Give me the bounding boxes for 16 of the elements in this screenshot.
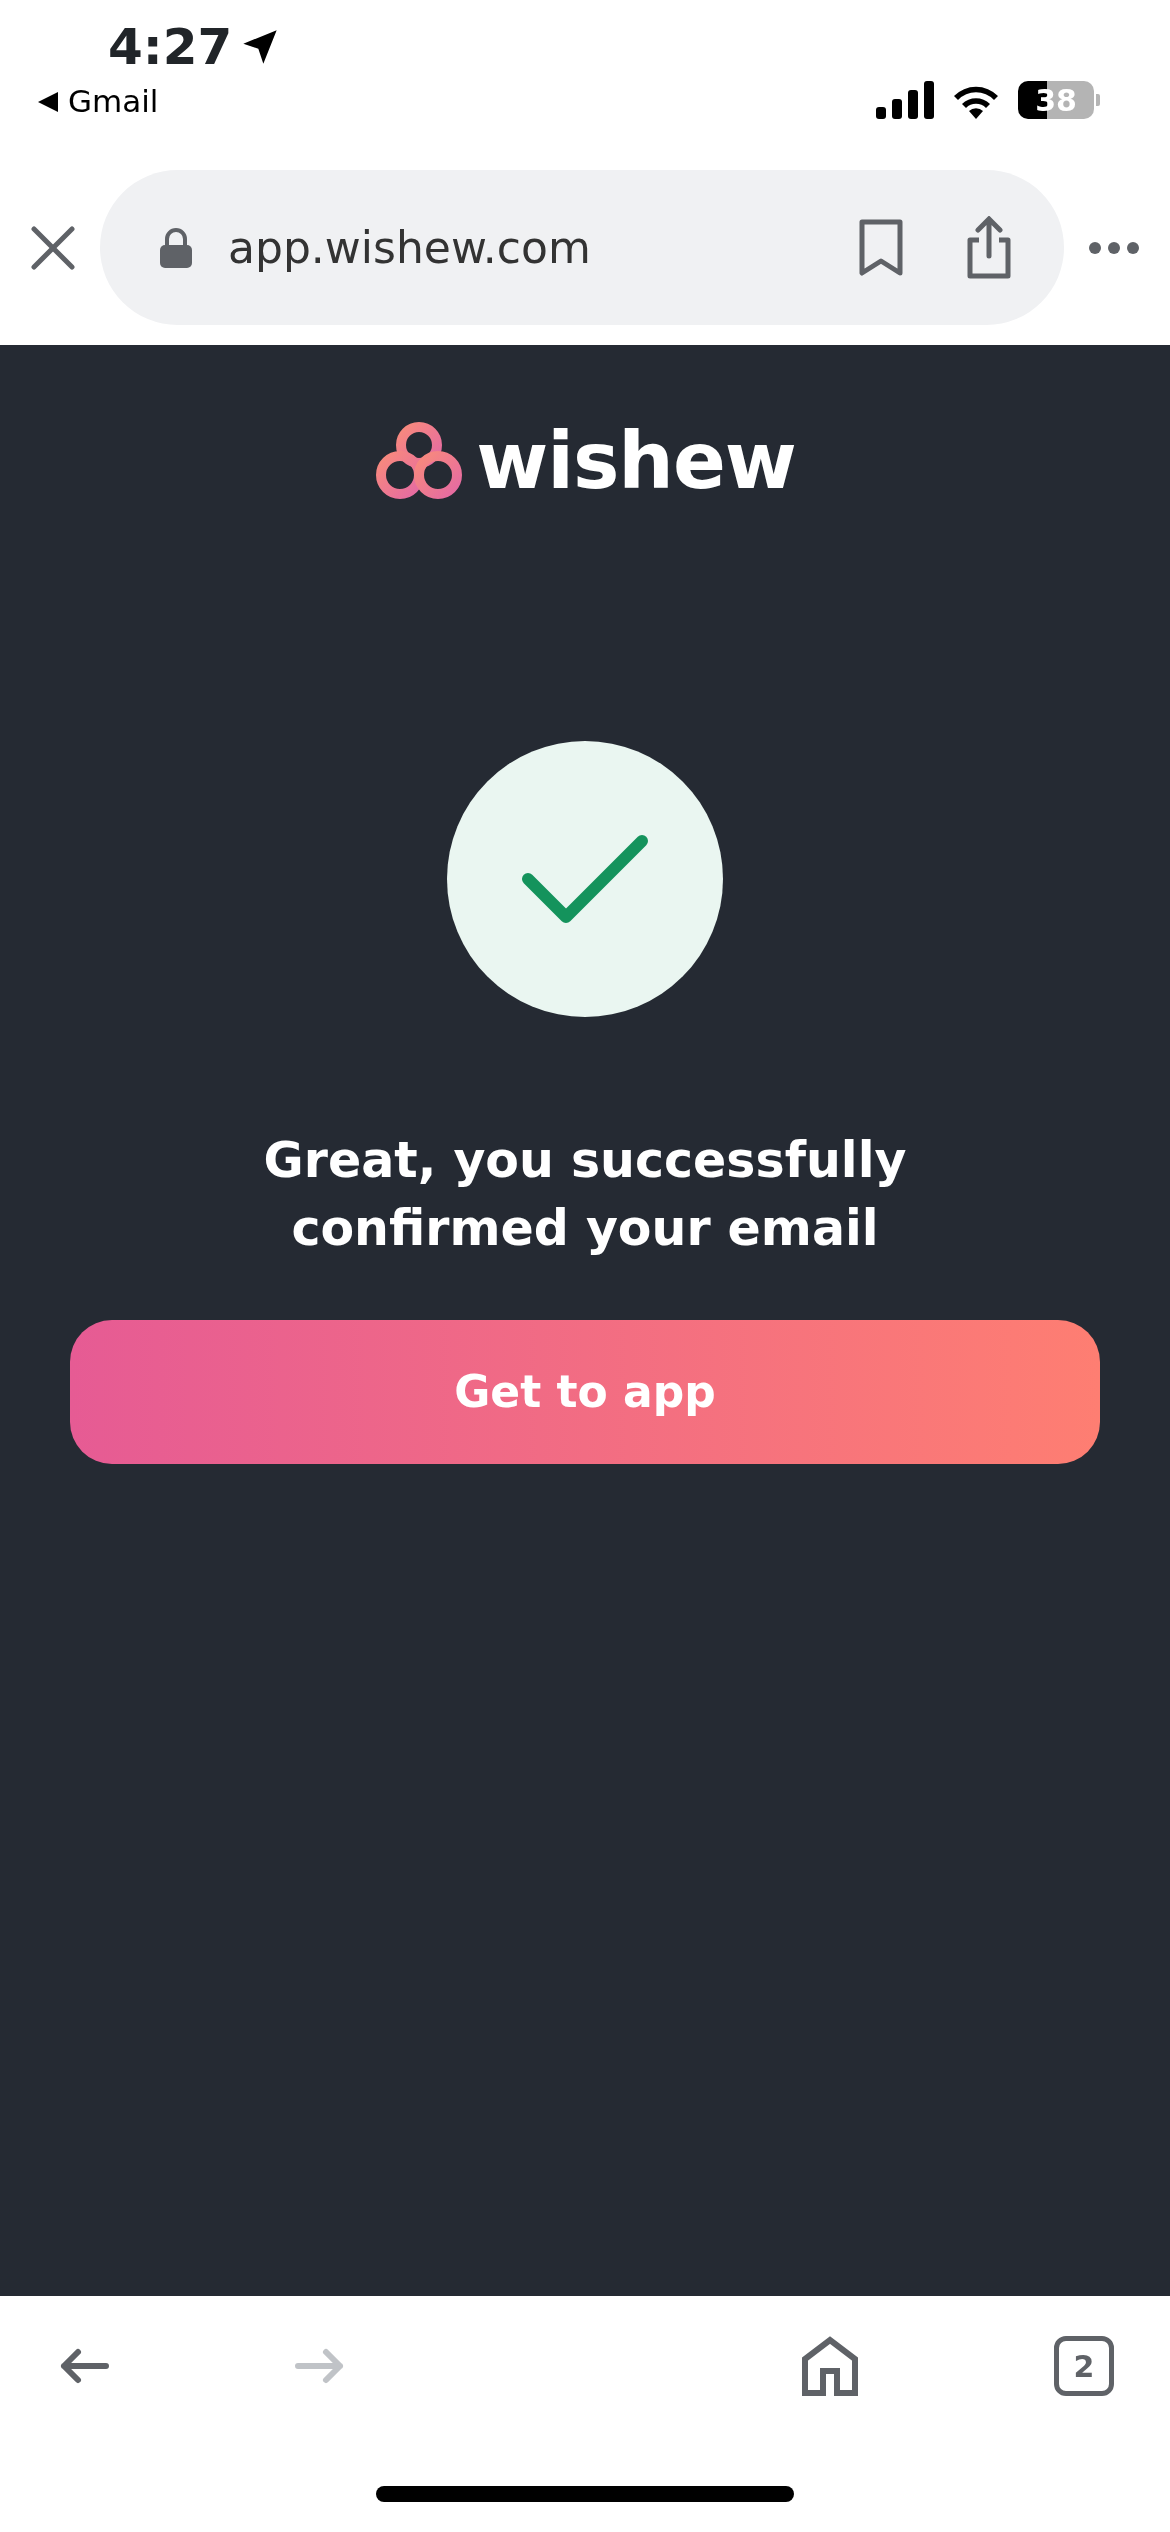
back-to-app-link[interactable]: Gmail xyxy=(36,86,159,117)
url-text: app.wishew.com xyxy=(228,220,592,275)
logo-text: wishew xyxy=(476,422,796,500)
address-bar[interactable]: app.wishew.com xyxy=(100,170,1064,325)
more-options-icon[interactable] xyxy=(1088,240,1140,255)
confirmation-headline: Great, you successfully confirmed your email xyxy=(262,1131,908,1259)
bookmark-icon[interactable] xyxy=(858,218,904,277)
close-button[interactable] xyxy=(30,224,76,271)
logo-icon xyxy=(374,421,465,501)
clock-time: 4:27 xyxy=(108,22,233,72)
back-triangle-icon xyxy=(36,89,60,114)
signal-icon xyxy=(876,81,934,119)
home-button[interactable] xyxy=(802,2335,858,2397)
lock-icon xyxy=(160,227,192,268)
checkmark-icon xyxy=(520,833,650,925)
tab-count-button[interactable]: 2 xyxy=(1054,2336,1114,2396)
